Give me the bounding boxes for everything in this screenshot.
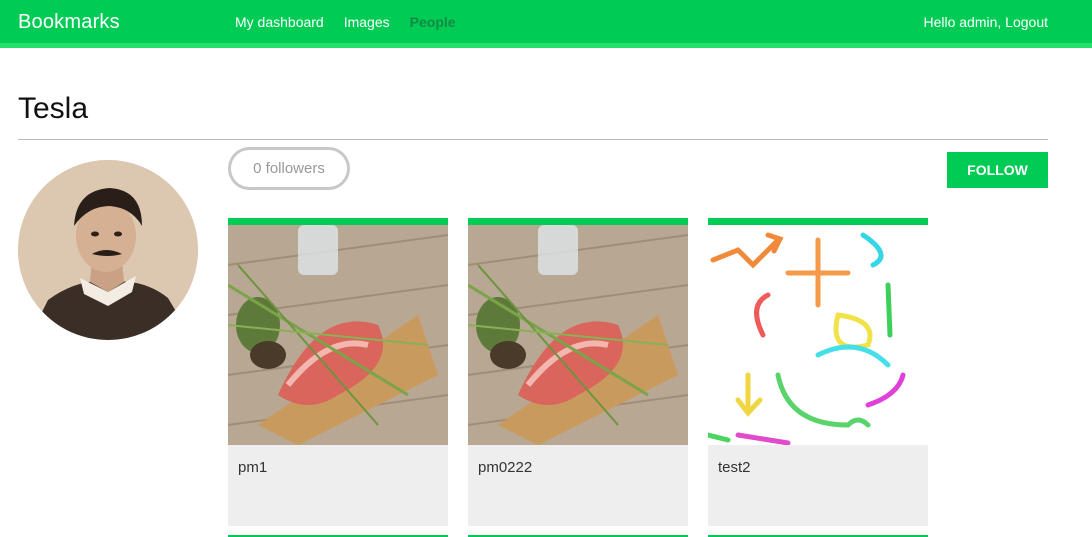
nav-people[interactable]: People bbox=[410, 14, 456, 30]
image-card[interactable]: test2 bbox=[708, 218, 928, 537]
food-plate-image bbox=[228, 225, 448, 445]
image-card[interactable]: pm0222 bbox=[468, 218, 688, 537]
card-top-bar bbox=[468, 218, 688, 225]
greeting-text: Hello admin, bbox=[923, 14, 1002, 30]
top-navbar: Bookmarks My dashboard Images People Hel… bbox=[0, 0, 1092, 48]
image-title[interactable]: pm0222 bbox=[468, 445, 688, 526]
logout-link[interactable]: Logout bbox=[1005, 14, 1048, 30]
image-title[interactable]: test2 bbox=[708, 445, 928, 526]
profile-avatar bbox=[18, 160, 198, 340]
card-top-bar bbox=[708, 218, 928, 225]
logo[interactable]: Bookmarks bbox=[18, 11, 120, 34]
page-title: Tesla bbox=[18, 92, 89, 125]
nav-my-dashboard[interactable]: My dashboard bbox=[235, 14, 324, 30]
follow-button[interactable]: FOLLOW bbox=[947, 152, 1048, 188]
image-thumbnail[interactable] bbox=[708, 225, 928, 445]
image-thumbnail[interactable] bbox=[468, 225, 688, 445]
nav-images[interactable]: Images bbox=[344, 14, 390, 30]
image-card[interactable]: pm1 bbox=[228, 218, 448, 537]
title-divider bbox=[18, 139, 1048, 140]
user-area: Hello admin, Logout bbox=[923, 14, 1048, 30]
card-top-bar bbox=[228, 218, 448, 225]
food-plate-image bbox=[468, 225, 688, 445]
main-menu: My dashboard Images People bbox=[235, 14, 456, 30]
colored-arrows-image bbox=[708, 225, 928, 445]
image-title[interactable]: pm1 bbox=[228, 445, 448, 526]
followers-count: 0 followers bbox=[228, 147, 350, 190]
image-thumbnail[interactable] bbox=[228, 225, 448, 445]
portrait-image bbox=[18, 160, 198, 340]
